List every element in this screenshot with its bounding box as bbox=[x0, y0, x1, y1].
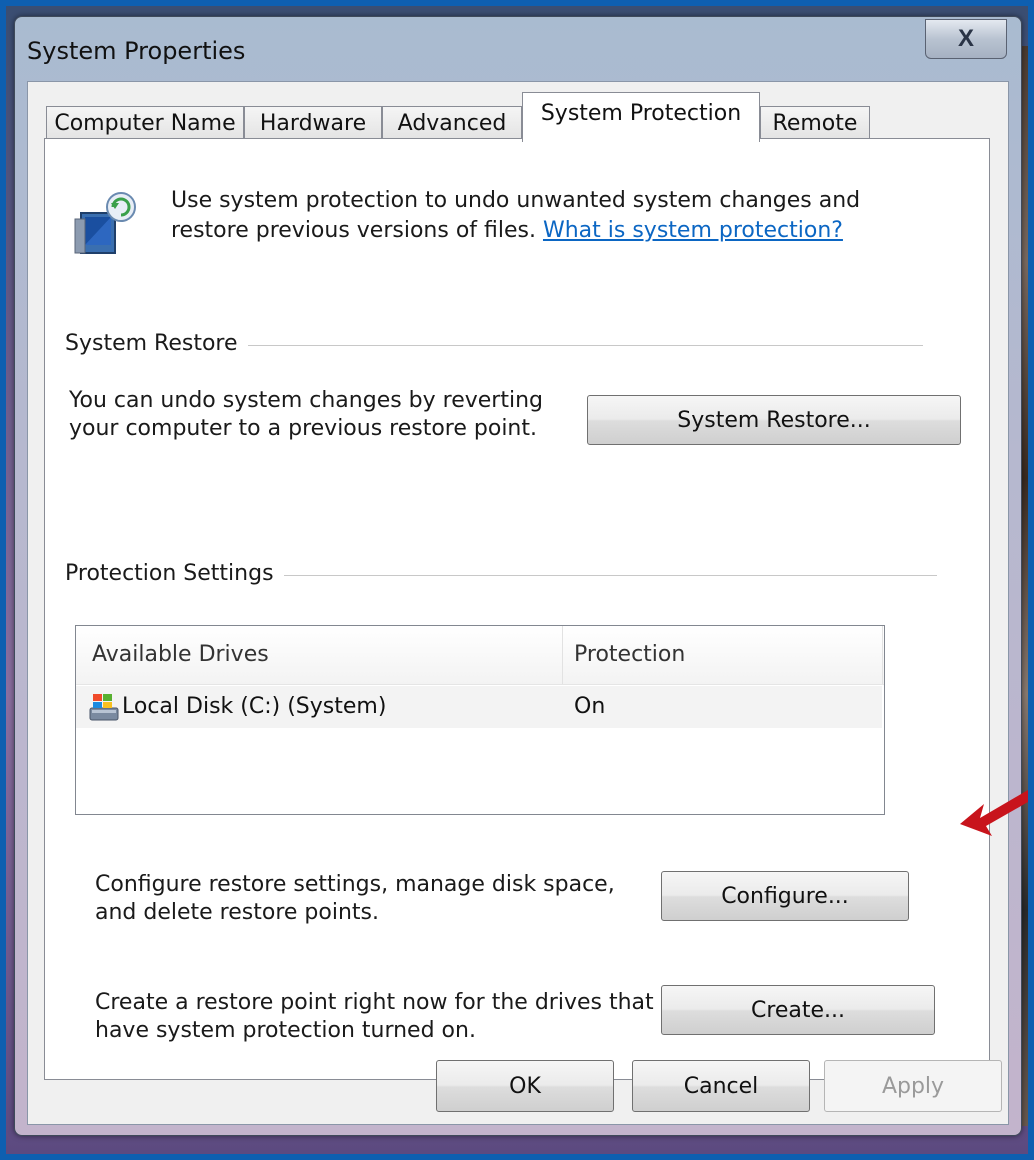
windows-drive-icon bbox=[89, 694, 119, 721]
column-available-drives[interactable]: Available Drives bbox=[92, 626, 269, 684]
annotation-arrow-icon bbox=[960, 790, 1028, 836]
what-is-system-protection-link[interactable]: What is system protection? bbox=[543, 218, 843, 243]
system-restore-group-label: System Restore bbox=[65, 331, 248, 356]
column-separator bbox=[882, 626, 883, 684]
cancel-button[interactable]: Cancel bbox=[632, 1060, 810, 1112]
configure-description-line2: and delete restore points. bbox=[95, 900, 379, 925]
system-properties-dialog: System Properties X Computer Name Hardwa… bbox=[14, 16, 1022, 1136]
create-description-line1: Create a restore point right now for the… bbox=[95, 990, 654, 1015]
desktop-background: System Properties X Computer Name Hardwa… bbox=[6, 6, 1028, 1154]
window-title: System Properties bbox=[27, 37, 246, 65]
configure-description-line1: Configure restore settings, manage disk … bbox=[95, 872, 615, 897]
system-protection-icon bbox=[74, 192, 136, 254]
close-button[interactable]: X bbox=[925, 19, 1007, 59]
system-restore-description-line1: You can undo system changes by reverting bbox=[69, 388, 543, 413]
configure-button[interactable]: Configure... bbox=[661, 871, 909, 921]
close-icon: X bbox=[957, 25, 974, 52]
intro-text-line2: restore previous versions of files. What… bbox=[171, 217, 843, 245]
system-restore-button[interactable]: System Restore... bbox=[587, 395, 961, 445]
table-row[interactable]: Local Disk (C:) (System) On bbox=[76, 686, 882, 728]
tab-computer-name[interactable]: Computer Name bbox=[46, 106, 244, 140]
drive-name: Local Disk (C:) (System) bbox=[122, 694, 387, 719]
apply-button[interactable]: Apply bbox=[824, 1060, 1002, 1112]
tab-advanced[interactable]: Advanced bbox=[382, 106, 522, 140]
column-separator bbox=[562, 626, 563, 684]
drives-list-header: Available Drives Protection bbox=[76, 626, 884, 685]
title-bar[interactable]: System Properties X bbox=[15, 17, 1021, 87]
dialog-client-area: Computer Name Hardware Advanced System P… bbox=[27, 81, 1009, 1125]
create-button[interactable]: Create... bbox=[661, 985, 935, 1035]
system-protection-panel: Use system protection to undo unwanted s… bbox=[44, 138, 990, 1080]
intro-text-line1: Use system protection to undo unwanted s… bbox=[171, 188, 861, 213]
tab-remote[interactable]: Remote bbox=[760, 106, 870, 140]
tab-hardware[interactable]: Hardware bbox=[244, 106, 382, 140]
protection-settings-group-label: Protection Settings bbox=[65, 561, 284, 586]
tab-system-protection[interactable]: System Protection bbox=[522, 92, 760, 142]
ok-button[interactable]: OK bbox=[436, 1060, 614, 1112]
intro-text: restore previous versions of files. bbox=[171, 218, 536, 243]
system-restore-description-line2: your computer to a previous restore poin… bbox=[69, 416, 537, 441]
column-protection[interactable]: Protection bbox=[574, 626, 685, 684]
create-description-line2: have system protection turned on. bbox=[95, 1018, 476, 1043]
drives-list[interactable]: Available Drives Protection Local Disk (… bbox=[75, 625, 885, 815]
drive-protection-status: On bbox=[574, 694, 606, 719]
